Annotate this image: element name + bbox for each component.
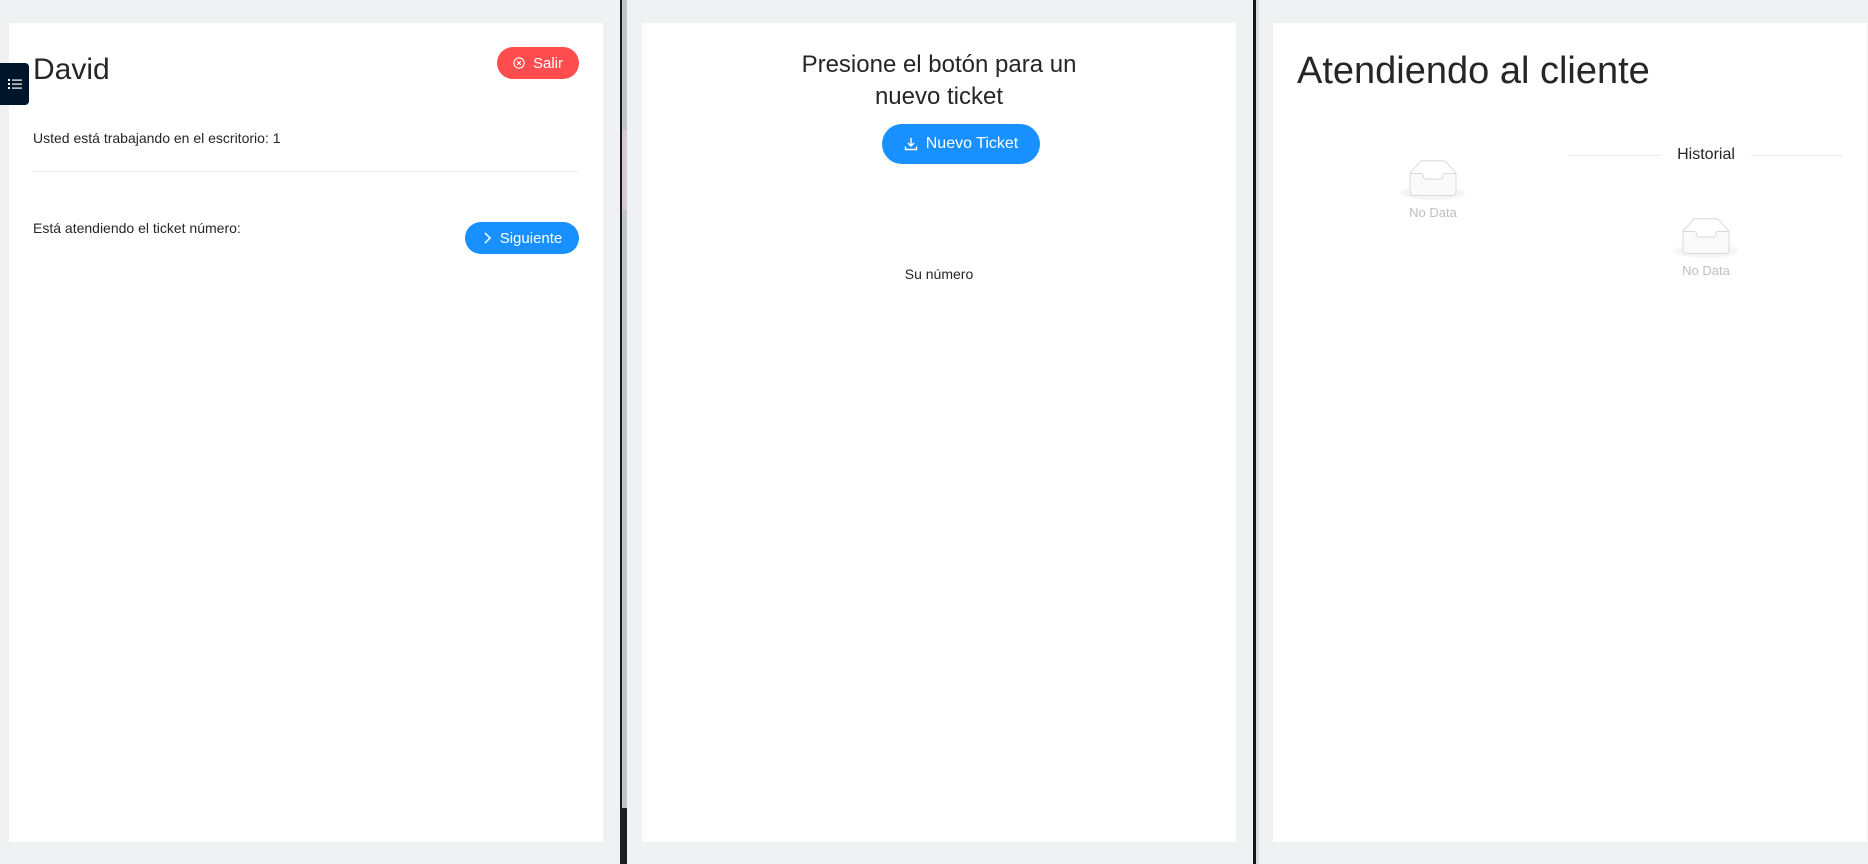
- escritorio-window: David Salir Usted está trabajando en el …: [0, 0, 620, 864]
- agent-name-title: David: [33, 53, 110, 86]
- escritorio-panel: David Salir Usted está trabajando en el …: [9, 23, 603, 842]
- new-ticket-button[interactable]: Nuevo Ticket: [882, 124, 1040, 164]
- new-ticket-button-label: Nuevo Ticket: [925, 135, 1019, 152]
- empty-state-text: No Data: [1409, 205, 1457, 220]
- sider-toggle-button[interactable]: [0, 63, 29, 105]
- new-ticket-title-line1: Presione el botón para un: [801, 51, 1077, 78]
- unordered-list-icon: [7, 79, 22, 89]
- download-icon: [904, 138, 917, 151]
- exit-button[interactable]: Salir: [497, 47, 579, 79]
- new-ticket-title: Presione el botón para un nuevo ticket: [642, 49, 1236, 113]
- current-ticket-text: Está atendiendo el ticket número:: [33, 220, 241, 236]
- empty-inbox-icon: [1401, 160, 1465, 200]
- window-separator: [620, 0, 627, 864]
- next-button[interactable]: Siguiente: [465, 222, 579, 254]
- new-ticket-title-line2: nuevo ticket: [874, 83, 1004, 110]
- divider: [33, 171, 578, 172]
- chevron-right-icon: [484, 232, 491, 244]
- next-button-label: Siguiente: [499, 229, 563, 247]
- cola-window: Atendiendo al cliente No Data Historial …: [1259, 0, 1868, 864]
- attending-title: Atendiendo al cliente: [1297, 50, 1650, 92]
- exit-button-label: Salir: [532, 54, 563, 72]
- crear-ticket-panel: Presione el botón para un nuevo ticket N…: [642, 23, 1236, 842]
- cola-panel: Atendiendo al cliente No Data Historial …: [1273, 23, 1867, 842]
- empty-state-left: No Data: [1393, 160, 1473, 220]
- empty-state-text: No Data: [1682, 263, 1730, 278]
- empty-state-history: No Data: [1666, 218, 1746, 278]
- crear-ticket-window: Presione el botón para un nuevo ticket N…: [627, 0, 1253, 864]
- history-label: Historial: [1677, 146, 1735, 163]
- close-circle-icon: [513, 57, 525, 69]
- empty-inbox-icon: [1674, 218, 1738, 258]
- ticket-number-label: Su número: [904, 266, 974, 282]
- workstation-text: Usted está trabajando en el escritorio: …: [33, 130, 281, 146]
- history-divider: Historial: [1569, 143, 1844, 167]
